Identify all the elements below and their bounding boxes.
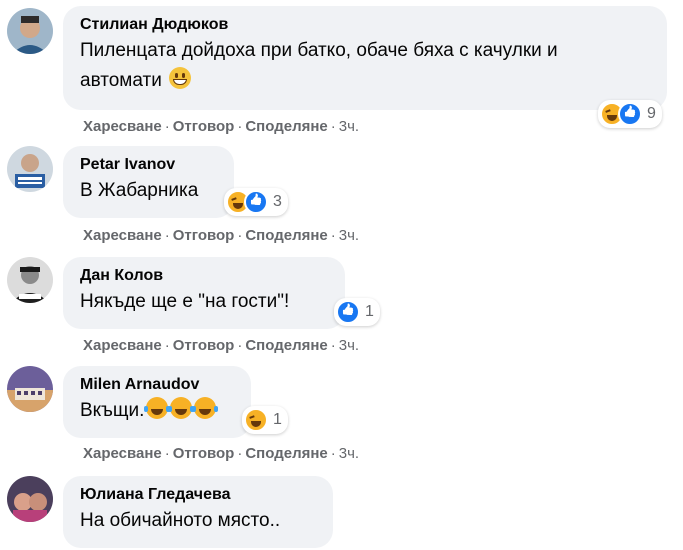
comment-text: На обичайното място.. <box>80 510 281 531</box>
comment-author[interactable]: Стилиан Дюдюков <box>80 14 651 36</box>
like-reaction-icon <box>244 190 268 214</box>
separator: · <box>164 445 170 462</box>
comment-text-line1: Пиленцата дойдоха при батко, обаче бяха … <box>80 40 558 61</box>
like-reaction-icon <box>336 300 360 324</box>
comment-text-content: Вкъщи. <box>80 400 145 421</box>
like-button[interactable]: Харесване <box>83 445 162 462</box>
avatar[interactable] <box>7 257 53 303</box>
separator: · <box>237 118 243 135</box>
grinning-face-emoji-icon <box>169 67 192 89</box>
comment-bubble: Дан Колов Някъде ще е "на гости"! <box>63 257 345 329</box>
reactions-summary[interactable]: 9 <box>598 100 662 128</box>
timestamp[interactable]: 3ч. <box>339 118 359 135</box>
reply-button[interactable]: Отговор <box>173 118 235 135</box>
separator: · <box>330 337 336 354</box>
separator: · <box>330 445 336 462</box>
comment-actions: Харесване · Отговор · Споделяне · 3ч. <box>83 227 359 244</box>
tears-of-joy-emoji-icon <box>168 397 193 419</box>
comment-text-line2: автомати <box>80 70 162 91</box>
comment-text: В Жабарника <box>80 180 199 201</box>
timestamp[interactable]: 3ч. <box>339 445 359 462</box>
reactions-summary[interactable]: 1 <box>334 298 380 326</box>
separator: · <box>237 337 243 354</box>
reply-button[interactable]: Отговор <box>173 445 235 462</box>
like-button[interactable]: Харесване <box>83 227 162 244</box>
separator: · <box>237 227 243 244</box>
reaction-count: 3 <box>273 193 282 210</box>
comment-bubble: Стилиан Дюдюков Пиленцата дойдоха при ба… <box>63 6 667 110</box>
avatar-image <box>7 8 53 54</box>
comment-actions: Харесване · Отговор · Споделяне · 3ч. <box>83 337 359 354</box>
comment-text: Вкъщи. <box>80 396 235 426</box>
timestamp[interactable]: 3ч. <box>339 227 359 244</box>
haha-reaction-icon <box>244 408 268 432</box>
avatar[interactable] <box>7 476 53 522</box>
reaction-count: 1 <box>365 303 374 320</box>
avatar[interactable] <box>7 366 53 412</box>
timestamp[interactable]: 3ч. <box>339 337 359 354</box>
tears-of-joy-emoji-icon <box>192 397 217 419</box>
tears-of-joy-emoji-icon <box>144 397 169 419</box>
comment-author[interactable]: Petar Ivanov <box>80 154 218 176</box>
share-button[interactable]: Споделяне <box>245 118 327 135</box>
comment-actions: Харесване · Отговор · Споделяне · 3ч. <box>83 118 359 135</box>
like-button[interactable]: Харесване <box>83 118 162 135</box>
avatar[interactable] <box>7 8 53 54</box>
reactions-summary[interactable]: 1 <box>242 406 288 434</box>
separator: · <box>164 337 170 354</box>
reply-button[interactable]: Отговор <box>173 227 235 244</box>
comment-author[interactable]: Дан Колов <box>80 265 329 287</box>
share-button[interactable]: Споделяне <box>245 445 327 462</box>
avatar-image <box>7 257 53 303</box>
comment-author[interactable]: Milen Arnaudov <box>80 374 235 396</box>
avatar[interactable] <box>7 146 53 192</box>
share-button[interactable]: Споделяне <box>245 337 327 354</box>
separator: · <box>164 118 170 135</box>
separator: · <box>237 445 243 462</box>
comment-author[interactable]: Юлиана Гледачева <box>80 484 317 506</box>
separator: · <box>164 227 170 244</box>
like-reaction-icon <box>618 102 642 126</box>
comment-text: Пиленцата дойдоха при батко, обаче бяха … <box>80 36 651 96</box>
comment-text: Някъде ще е "на гости"! <box>80 291 290 312</box>
reply-button[interactable]: Отговор <box>173 337 235 354</box>
share-button[interactable]: Споделяне <box>245 227 327 244</box>
avatar-image <box>7 366 53 412</box>
comment-bubble: Юлиана Гледачева На обичайното място.. <box>63 476 333 548</box>
avatar-image <box>7 146 53 192</box>
reaction-count: 1 <box>273 411 282 428</box>
comment-actions: Харесване · Отговор · Споделяне · 3ч. <box>83 445 359 462</box>
separator: · <box>330 227 336 244</box>
avatar-image <box>7 476 53 522</box>
reaction-count: 9 <box>647 105 656 122</box>
separator: · <box>330 118 336 135</box>
reactions-summary[interactable]: 3 <box>224 188 288 216</box>
like-button[interactable]: Харесване <box>83 337 162 354</box>
comment-bubble: Petar Ivanov В Жабарника <box>63 146 234 218</box>
comment-bubble: Milen Arnaudov Вкъщи. <box>63 366 251 438</box>
